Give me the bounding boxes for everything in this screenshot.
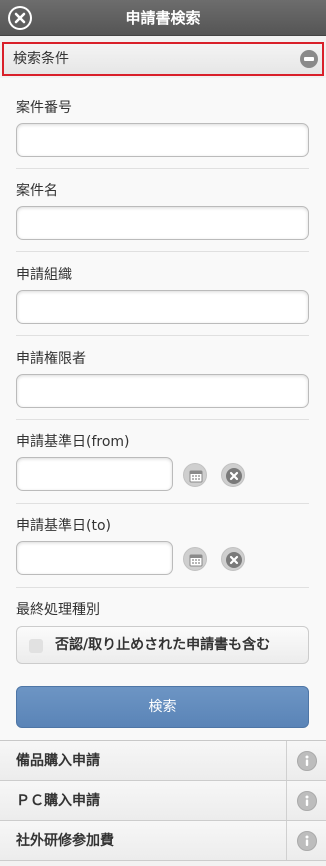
detail-button[interactable] [286,781,326,820]
case-name-input[interactable] [16,206,309,240]
detail-button[interactable] [286,741,326,780]
authorized-applicant-label: 申請権限者 [16,351,86,367]
list-item-label: ＰＣ購入申請 [16,793,100,809]
list-item[interactable]: 備品購入申請 [0,741,326,781]
base-date-to-input[interactable] [16,541,173,575]
authorized-applicant-input[interactable] [16,374,309,408]
clear-icon[interactable] [221,547,245,571]
clear-icon[interactable] [221,463,245,487]
detail-button[interactable] [286,821,326,860]
info-icon [297,791,317,811]
calendar-icon[interactable] [183,463,207,487]
applicant-org-label: 申請組織 [16,267,72,283]
page-title: 申請書検索 [125,9,201,27]
list-item[interactable]: 社外研修参加費 [0,821,326,861]
include-rejected-checkbox[interactable]: 否認/取り止めされた申請書も含む [16,626,309,664]
divider [16,503,309,504]
include-rejected-label: 否認/取り止めされた申請書も含む [55,637,271,653]
search-conditions-toggle[interactable]: 検索条件 [2,42,324,76]
divider [16,587,309,588]
divider [16,168,309,169]
checkbox-icon [29,639,43,653]
case-number-label: 案件番号 [16,100,72,116]
search-button[interactable]: 検索 [16,686,309,728]
calendar-icon[interactable] [183,547,207,571]
minus-icon [300,50,318,68]
case-number-input[interactable] [16,123,309,157]
divider [16,335,309,336]
list-item-label: 備品購入申請 [16,753,100,769]
divider [16,419,309,420]
applicant-org-input[interactable] [16,290,309,324]
base-date-from-label: 申請基準日(from) [16,434,130,450]
info-icon [297,751,317,771]
base-date-from-input[interactable] [16,457,173,491]
list-item[interactable]: ＰＣ購入申請 [0,781,326,821]
header-bar: 申請書検索 [0,0,326,36]
info-icon [297,831,317,851]
base-date-to-label: 申請基準日(to) [16,518,111,534]
divider [16,251,309,252]
list-item-label: 社外研修参加費 [16,833,114,849]
final-process-type-label: 最終処理種別 [16,602,100,618]
case-name-label: 案件名 [16,183,58,199]
results-list: 備品購入申請 ＰＣ購入申請 社外研修参加費 [0,741,326,861]
search-form: 案件番号 案件名 申請組織 申請権限者 申請基準日(from) 申請基準日(to… [0,78,326,740]
search-conditions-title: 検索条件 [13,51,69,67]
